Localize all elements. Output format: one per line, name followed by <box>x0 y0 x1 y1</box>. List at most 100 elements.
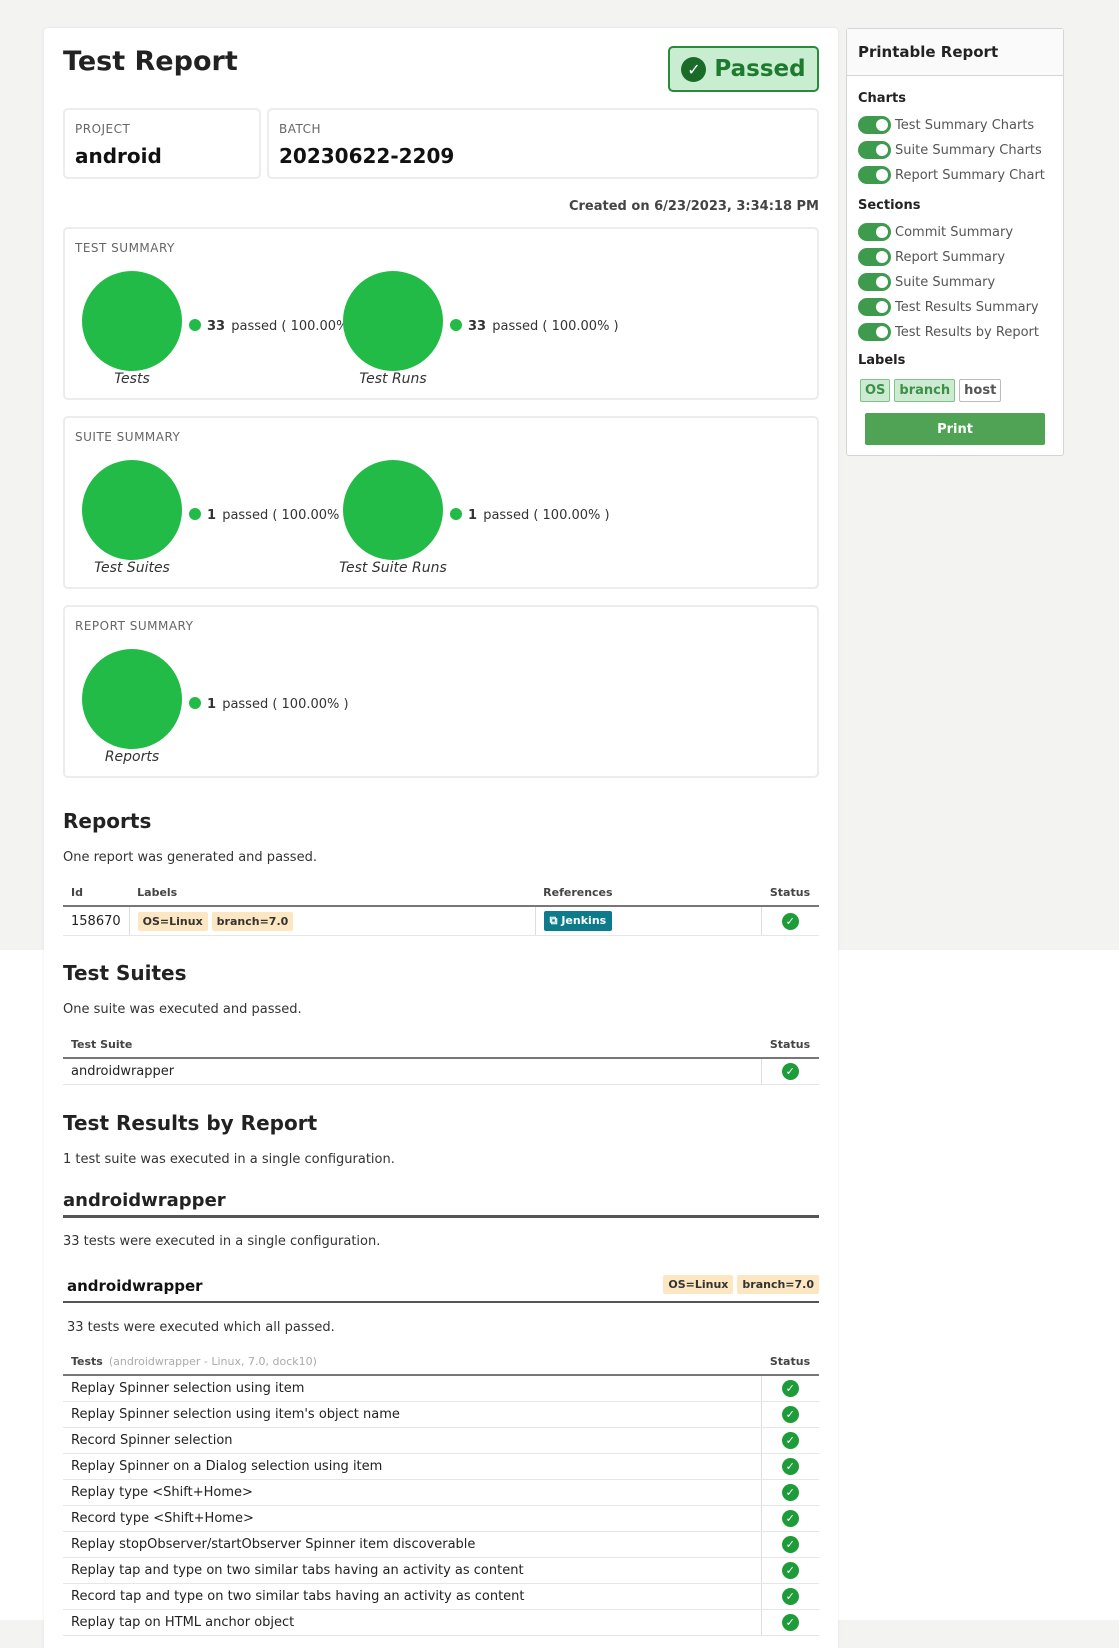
check-circle-icon: ✓ <box>781 1484 799 1501</box>
toggle-report-summary[interactable]: Report Summary <box>858 247 1005 267</box>
toggle-label: Report Summary Chart <box>895 167 1045 183</box>
test-name[interactable]: Replay Spinner selection using item <box>63 1375 761 1402</box>
reports-caption: Reports <box>104 749 160 765</box>
dot-icon <box>189 319 201 331</box>
test-name[interactable]: Replay type <Shift+Home> <box>63 1479 761 1506</box>
config-name: androidwrapper <box>67 1277 203 1295</box>
reports-legend: 1 passed ( 100.00% ) <box>189 697 349 712</box>
test-status: ✓ <box>760 1531 819 1558</box>
toggle-label: Report Summary <box>895 249 1006 265</box>
print-button[interactable]: Print <box>865 413 1045 445</box>
toggle-switch[interactable] <box>858 166 891 184</box>
toggle-switch[interactable] <box>858 273 891 291</box>
label-tag: OS=Linux <box>663 1275 734 1294</box>
dot-icon <box>189 508 201 520</box>
check-circle-icon: ✓ <box>781 1380 799 1397</box>
check-circle-icon: ✓ <box>781 1562 799 1579</box>
toggle-label: Test Summary Charts <box>895 117 1035 133</box>
test-suite-runs-legend: 1 passed ( 100.00% ) <box>450 508 610 523</box>
sidebar-title: Printable Report <box>847 29 1063 76</box>
test-status: ✓ <box>760 1479 819 1506</box>
reports-summary-text: One report was generated and passed. <box>63 850 317 865</box>
test-name[interactable]: Record type <Shift+Home> <box>63 1505 761 1532</box>
test-suites-summary-text: One suite was executed and passed. <box>63 1002 302 1017</box>
suite-subheading-text: 33 tests were executed in a single confi… <box>63 1234 381 1249</box>
toggle-test-summary-charts[interactable]: Test Summary Charts <box>858 115 1034 135</box>
table-row: androidwrapper ✓ <box>63 1058 819 1085</box>
col-status: Status <box>761 880 819 907</box>
test-suite-runs-chart: Test Suite Runs 1 passed ( 100.00% ) <box>326 460 610 580</box>
toggle-switch[interactable] <box>858 116 891 134</box>
created-timestamp: Created on 6/23/2023, 3:34:18 PM <box>568 199 819 214</box>
test-suites-caption: Test Suites <box>94 560 170 576</box>
toggle-commit-summary[interactable]: Commit Summary <box>858 222 1013 242</box>
toggle-test-results-by-report[interactable]: Test Results by Report <box>858 322 1039 342</box>
test-status: ✓ <box>760 1375 819 1402</box>
toggle-label: Test Results by Report <box>895 324 1039 340</box>
test-suites-heading: Test Suites <box>63 961 187 985</box>
label-chip-branch[interactable]: branch <box>894 379 956 402</box>
config-tags: OS=Linux branch=7.0 <box>663 1273 819 1294</box>
table-row: Replay Spinner on a Dialog selection usi… <box>63 1453 819 1480</box>
table-row: Replay tap on HTML anchor object ✓ <box>63 1609 819 1636</box>
check-circle-icon: ✓ <box>781 1458 799 1475</box>
project-label: PROJECT <box>75 122 131 136</box>
external-link-icon: ⧉ <box>549 914 558 927</box>
test-runs-legend: 33 passed ( 100.00% ) <box>450 319 619 334</box>
toggle-switch[interactable] <box>858 323 891 341</box>
check-circle-icon: ✓ <box>781 1614 799 1631</box>
test-name[interactable]: Replay Spinner selection using item's ob… <box>63 1401 761 1428</box>
toggle-suite-summary[interactable]: Suite Summary <box>858 272 995 292</box>
test-summary-panel: TEST SUMMARY Tests 33 passed ( 100.00% )… <box>63 227 819 400</box>
test-runs-caption: Test Runs <box>359 371 427 387</box>
test-name[interactable]: Record Spinner selection <box>63 1427 761 1454</box>
label-chip-host[interactable]: host <box>959 379 1002 402</box>
test-name[interactable]: Replay tap on HTML anchor object <box>63 1609 761 1636</box>
test-name[interactable]: Replay Spinner on a Dialog selection usi… <box>63 1453 761 1480</box>
charts-section-label: Charts <box>858 91 906 106</box>
suite-name[interactable]: androidwrapper <box>63 1058 761 1085</box>
label-chips: OS branch host <box>860 379 1002 402</box>
table-row: Record Spinner selection ✓ <box>63 1427 819 1454</box>
test-name[interactable]: Replay tap and type on two similar tabs … <box>63 1557 761 1584</box>
toggle-report-summary-chart[interactable]: Report Summary Chart <box>858 165 1045 185</box>
table-row: 158670 OS=Linux branch=7.0 ⧉ Jenkins ✓ <box>63 906 819 936</box>
printable-report-sidebar: Printable Report Charts Test Summary Cha… <box>846 28 1064 456</box>
page-title: Test Report <box>63 46 238 77</box>
report-summary-panel: REPORT SUMMARY Reports 1 passed ( 100.00… <box>63 605 819 778</box>
toggle-suite-summary-charts[interactable]: Suite Summary Charts <box>858 140 1042 160</box>
col-labels: Labels <box>129 880 536 907</box>
col-tests-config: (androidwrapper - Linux, 7.0, dock10) <box>108 1355 317 1368</box>
toggle-switch[interactable] <box>858 141 891 159</box>
table-row: Replay tap and type on two similar tabs … <box>63 1557 819 1584</box>
table-row: Record type <Shift+Home> ✓ <box>63 1505 819 1532</box>
check-circle-icon: ✓ <box>781 1406 799 1423</box>
col-status: Status <box>761 1349 819 1376</box>
label-chip-os[interactable]: OS <box>860 379 891 402</box>
test-status: ✓ <box>760 1609 819 1636</box>
col-references: References <box>535 880 761 907</box>
toggle-test-results-summary[interactable]: Test Results Summary <box>858 297 1039 317</box>
results-summary-text: 1 test suite was executed in a single co… <box>63 1152 395 1167</box>
test-runs-pie <box>343 271 443 371</box>
toggle-label: Commit Summary <box>895 224 1014 240</box>
test-name[interactable]: Replay stopObserver/startObserver Spinne… <box>63 1531 761 1558</box>
toggle-label: Suite Summary Charts <box>895 142 1042 158</box>
config-summary-text: 33 tests were executed which all passed. <box>67 1320 335 1335</box>
toggle-switch[interactable] <box>858 223 891 241</box>
toggle-switch[interactable] <box>858 298 891 316</box>
check-circle-icon: ✓ <box>781 1063 799 1080</box>
tests-table: Tests (androidwrapper - Linux, 7.0, dock1… <box>63 1349 819 1636</box>
batch-value: 20230622-2209 <box>279 144 455 168</box>
sections-section-label: Sections <box>858 198 921 213</box>
tests-count: 33 <box>207 319 226 334</box>
test-suites-pie <box>82 460 182 560</box>
config-header: androidwrapper OS=Linux branch=7.0 <box>63 1271 819 1303</box>
report-labels: OS=Linux branch=7.0 <box>129 906 536 936</box>
jenkins-link[interactable]: ⧉ Jenkins <box>543 911 613 931</box>
test-name[interactable]: Record tap and type on two similar tabs … <box>63 1583 761 1610</box>
report-id[interactable]: 158670 <box>63 906 130 936</box>
table-row: Replay Spinner selection using item ✓ <box>63 1375 819 1402</box>
tests-pie <box>82 271 182 371</box>
toggle-switch[interactable] <box>858 248 891 266</box>
